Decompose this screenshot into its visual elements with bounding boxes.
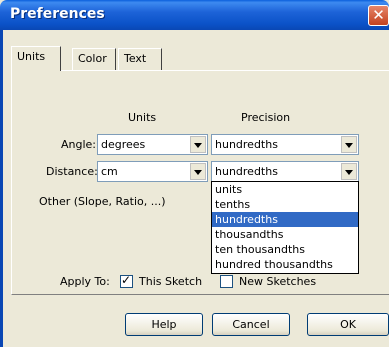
distance-precision-select[interactable]: hundredths bbox=[211, 161, 359, 182]
dropdown-option-hundred-thousandths[interactable]: hundred thousandths bbox=[212, 257, 358, 272]
close-button[interactable]: ✕ bbox=[368, 5, 389, 26]
distance-units-select[interactable]: cm bbox=[97, 161, 208, 182]
dropdown-option-ten-thousandths[interactable]: ten thousandths bbox=[212, 242, 358, 257]
distance-label: Distance: bbox=[46, 165, 98, 178]
distance-units-value: cm bbox=[101, 165, 118, 178]
new-sketches-label: New Sketches bbox=[239, 275, 317, 288]
other-label: Other (Slope, Ratio, ...) bbox=[39, 195, 166, 208]
units-column-header: Units bbox=[128, 111, 157, 124]
tab-text-label: Text bbox=[124, 52, 147, 65]
this-sketch-label: This Sketch bbox=[139, 275, 203, 288]
new-sketches-checkbox[interactable] bbox=[220, 275, 233, 288]
this-sketch-checkbox[interactable]: ✓ bbox=[120, 273, 133, 288]
angle-precision-select[interactable]: hundredths bbox=[211, 134, 359, 155]
precision-dropdown-list[interactable]: units tenths hundredths thousandths ten … bbox=[211, 181, 359, 274]
distance-precision-value: hundredths bbox=[215, 165, 278, 178]
tab-text[interactable]: Text bbox=[118, 48, 162, 70]
dropdown-option-hundredths[interactable]: hundredths bbox=[212, 212, 358, 227]
angle-precision-value: hundredths bbox=[215, 138, 278, 151]
help-button[interactable]: Help bbox=[125, 313, 203, 336]
dropdown-option-thousandths[interactable]: thousandths bbox=[212, 227, 358, 242]
precision-column-header: Precision bbox=[241, 111, 291, 124]
window-title: Preferences bbox=[10, 6, 105, 22]
chevron-down-icon[interactable] bbox=[341, 163, 357, 180]
chevron-down-icon[interactable] bbox=[190, 163, 206, 180]
tab-units-label: Units bbox=[17, 50, 46, 63]
angle-units-select[interactable]: degrees bbox=[97, 134, 208, 155]
tab-color[interactable]: Color bbox=[72, 48, 116, 70]
tab-units[interactable]: Units bbox=[11, 46, 61, 71]
title-bar[interactable]: Preferences ✕ bbox=[0, 0, 389, 30]
cancel-button[interactable]: Cancel bbox=[212, 313, 290, 336]
chevron-down-icon[interactable] bbox=[341, 136, 357, 153]
dropdown-option-units[interactable]: units bbox=[212, 182, 358, 197]
angle-label: Angle: bbox=[61, 138, 97, 151]
dropdown-option-tenths[interactable]: tenths bbox=[212, 197, 358, 212]
apply-to-label: Apply To: bbox=[60, 275, 110, 288]
tab-color-label: Color bbox=[78, 52, 107, 65]
angle-units-value: degrees bbox=[101, 138, 146, 151]
checkmark-icon: ✓ bbox=[121, 273, 132, 287]
ok-button[interactable]: OK bbox=[307, 313, 389, 336]
close-icon: ✕ bbox=[372, 6, 385, 24]
chevron-down-icon[interactable] bbox=[190, 136, 206, 153]
